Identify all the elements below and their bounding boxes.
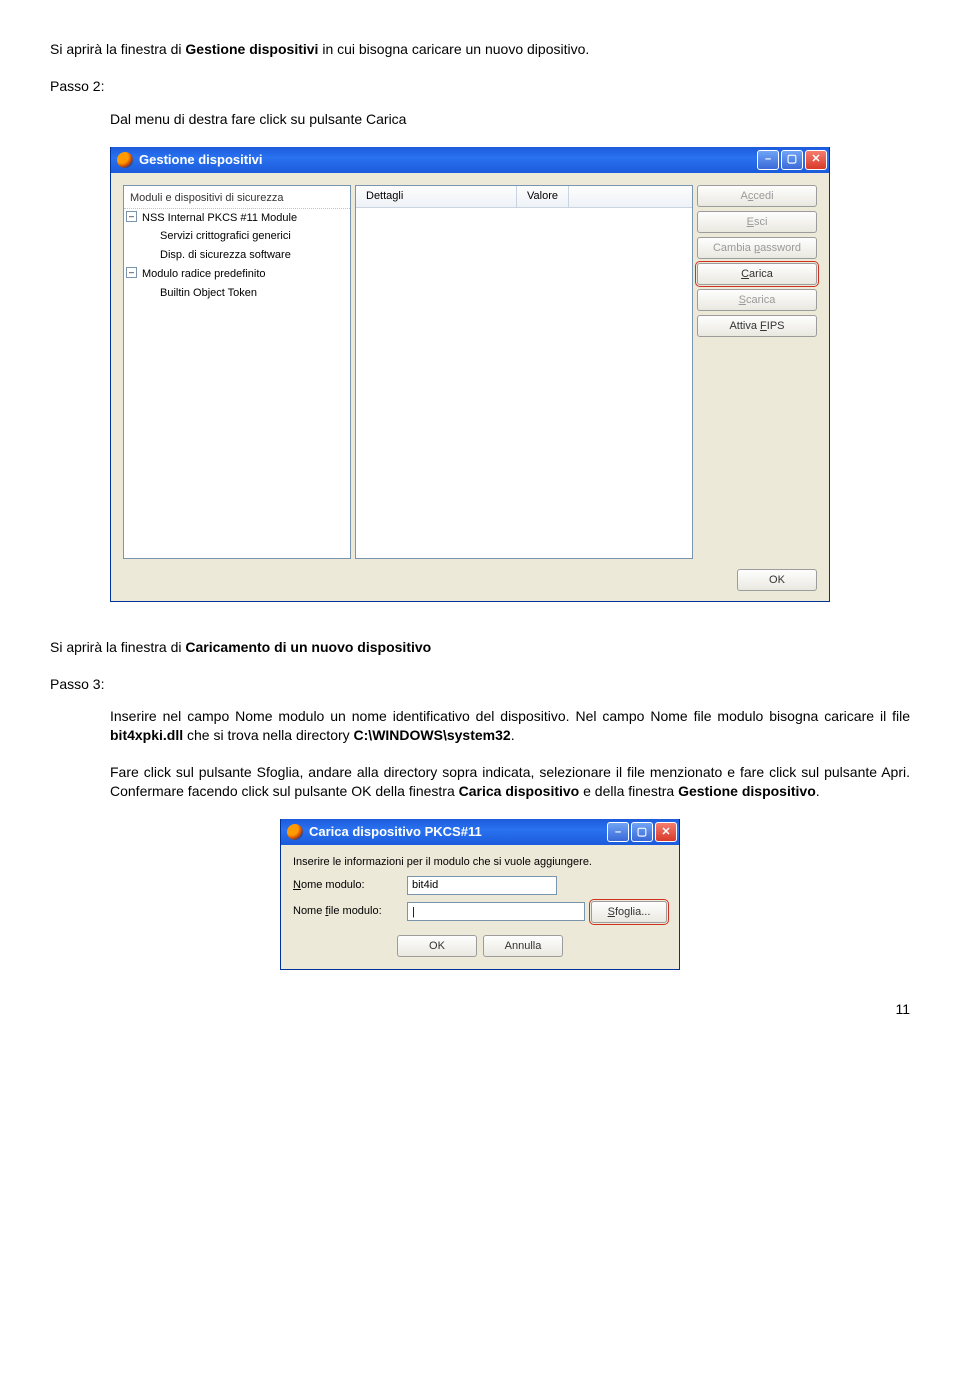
minimize-button[interactable]: –: [607, 822, 629, 842]
maximize-button[interactable]: ▢: [631, 822, 653, 842]
load-button[interactable]: Carica: [697, 263, 817, 285]
tree-label: Disp. di sicurezza software: [160, 249, 291, 261]
ok-button[interactable]: OK: [737, 569, 817, 591]
module-file-label: Nome file modulo:: [293, 904, 401, 919]
step2-label: Passo 2:: [50, 77, 910, 96]
text: Si aprirà la finestra di: [50, 639, 185, 655]
page-number: 11: [50, 1000, 910, 1019]
tree-label: Servizi crittografici generici: [160, 230, 291, 242]
close-button[interactable]: ✕: [655, 822, 677, 842]
side-buttons: Accedi Esci Cambia password Carica Scari…: [697, 185, 817, 559]
window-device-manager: Gestione dispositivi – ▢ ✕ Moduli e disp…: [110, 147, 830, 602]
col-value[interactable]: Valore: [517, 186, 569, 207]
window-buttons: – ▢ ✕: [757, 150, 827, 170]
firefox-icon: [117, 152, 133, 168]
ok-button[interactable]: OK: [397, 935, 477, 957]
tree-label: Builtin Object Token: [160, 287, 257, 299]
tree-label: NSS Internal PKCS #11 Module: [142, 212, 297, 224]
text: Si aprirà la finestra di: [50, 41, 185, 57]
bold: Caricamento di un nuovo dispositivo: [185, 639, 431, 655]
window-title: Carica dispositivo PKCS#11: [309, 823, 482, 841]
maximize-button[interactable]: ▢: [781, 150, 803, 170]
step3-p2: Fare click sul pulsante Sfoglia, andare …: [110, 763, 910, 801]
tree-item[interactable]: Servizi crittografici generici: [124, 227, 350, 246]
window-load-device: Carica dispositivo PKCS#11 – ▢ ✕ Inserir…: [280, 819, 680, 970]
change-password-button[interactable]: Cambia password: [697, 237, 817, 259]
tree-item[interactable]: Disp. di sicurezza software: [124, 246, 350, 265]
window-buttons: – ▢ ✕: [607, 822, 677, 842]
firefox-icon: [287, 824, 303, 840]
module-name-label: Nome modulo:: [293, 878, 401, 893]
tree-item[interactable]: Builtin Object Token: [124, 284, 350, 303]
close-button[interactable]: ✕: [805, 150, 827, 170]
text: in cui bisogna caricare un nuovo diposit…: [318, 41, 589, 57]
fips-button[interactable]: Attiva FIPS: [697, 315, 817, 337]
window-title: Gestione dispositivi: [139, 151, 263, 169]
bold: Gestione dispositivi: [185, 41, 318, 57]
unload-button[interactable]: Scarica: [697, 289, 817, 311]
info-text: Inserire le informazioni per il modulo c…: [293, 855, 667, 870]
logout-button[interactable]: Esci: [697, 211, 817, 233]
titlebar: Gestione dispositivi – ▢ ✕: [111, 147, 829, 173]
minimize-button[interactable]: –: [757, 150, 779, 170]
details-pane: Dettagli Valore: [355, 185, 693, 559]
modules-tree[interactable]: Moduli e dispositivi di sicurezza –NSS I…: [123, 185, 351, 559]
browse-button[interactable]: Sfoglia...: [591, 901, 667, 923]
tree-item[interactable]: –NSS Internal PKCS #11 Module: [124, 209, 350, 228]
titlebar: Carica dispositivo PKCS#11 – ▢ ✕: [281, 819, 679, 845]
col-details[interactable]: Dettagli: [356, 186, 517, 207]
login-button[interactable]: Accedi: [697, 185, 817, 207]
step3-label: Passo 3:: [50, 675, 910, 694]
collapse-icon[interactable]: –: [126, 211, 137, 222]
tree-header: Moduli e dispositivi di sicurezza: [124, 189, 350, 209]
step2-text: Dal menu di destra fare click su pulsant…: [110, 110, 910, 129]
intro-text: Si aprirà la finestra di Gestione dispos…: [50, 40, 910, 59]
step3-p1: Inserire nel campo Nome modulo un nome i…: [110, 707, 910, 745]
tree-label: Modulo radice predefinito: [142, 268, 266, 280]
details-header: Dettagli Valore: [356, 186, 692, 208]
collapse-icon[interactable]: –: [126, 267, 137, 278]
cancel-button[interactable]: Annulla: [483, 935, 563, 957]
tree-item[interactable]: –Modulo radice predefinito: [124, 265, 350, 284]
mid-text: Si aprirà la finestra di Caricamento di …: [50, 638, 910, 657]
module-name-input[interactable]: [407, 876, 557, 895]
module-file-input[interactable]: [407, 902, 585, 921]
